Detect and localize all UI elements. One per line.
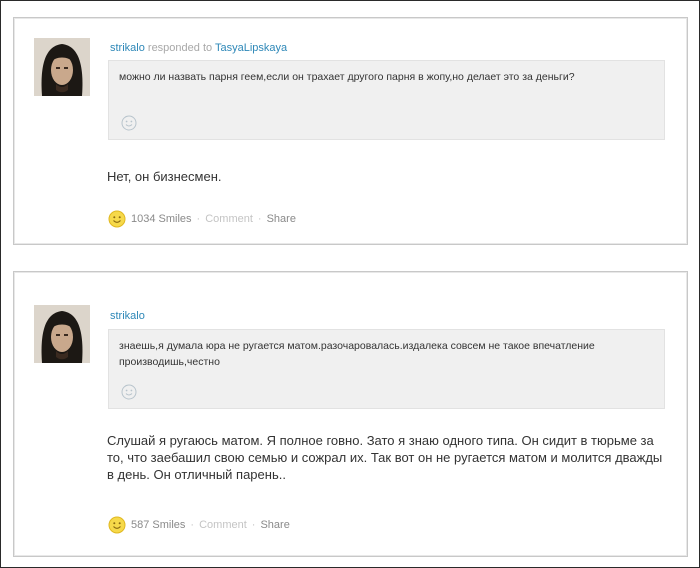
avatar-photo [34, 305, 90, 363]
answer-text: Нет, он бизнесмен. [107, 169, 222, 184]
screenshot-frame: strikalo responded to TasyaLipskaya можн… [0, 0, 700, 568]
post-header: strikalo [110, 310, 145, 322]
post-card-1: strikalo responded to TasyaLipskaya можн… [13, 17, 688, 245]
question-text: знаешь,я думала юра не ругается матом.ра… [119, 340, 595, 368]
avatar[interactable] [34, 305, 90, 363]
separator: · [196, 213, 201, 225]
smiles-icon[interactable] [108, 516, 126, 534]
separator: · [190, 519, 195, 531]
responded-to-label: responded to [147, 42, 213, 54]
smiles-count[interactable]: 587 Smiles [131, 519, 185, 531]
comment-link[interactable]: Comment [205, 213, 253, 225]
avatar[interactable] [34, 38, 90, 96]
smiley-icon[interactable] [121, 384, 137, 400]
question-text: можно ли назвать парня геем,если он трах… [119, 71, 575, 83]
share-link[interactable]: Share [260, 519, 289, 531]
separator: · [251, 519, 256, 531]
smiley-icon[interactable] [121, 115, 137, 131]
author-link[interactable]: strikalo [110, 310, 145, 322]
share-link[interactable]: Share [267, 213, 296, 225]
post-footer: 587 Smiles · Comment · Share [108, 516, 290, 534]
smiles-icon[interactable] [108, 210, 126, 228]
post-card-2: strikalo знаешь,я думала юра не ругается… [13, 271, 688, 557]
responded-user-link[interactable]: TasyaLipskaya [215, 42, 287, 54]
comment-link[interactable]: Comment [199, 519, 247, 531]
author-link[interactable]: strikalo [110, 42, 145, 54]
post-footer: 1034 Smiles · Comment · Share [108, 210, 296, 228]
separator: · [257, 213, 262, 225]
answer-text: Слушай я ругаюсь матом. Я полное говно. … [107, 433, 663, 482]
avatar-photo [34, 38, 90, 96]
question-box: знаешь,я думала юра не ругается матом.ра… [108, 329, 665, 409]
question-box: можно ли назвать парня геем,если он трах… [108, 60, 665, 140]
post-header: strikalo responded to TasyaLipskaya [110, 42, 287, 54]
smiles-count[interactable]: 1034 Smiles [131, 213, 192, 225]
